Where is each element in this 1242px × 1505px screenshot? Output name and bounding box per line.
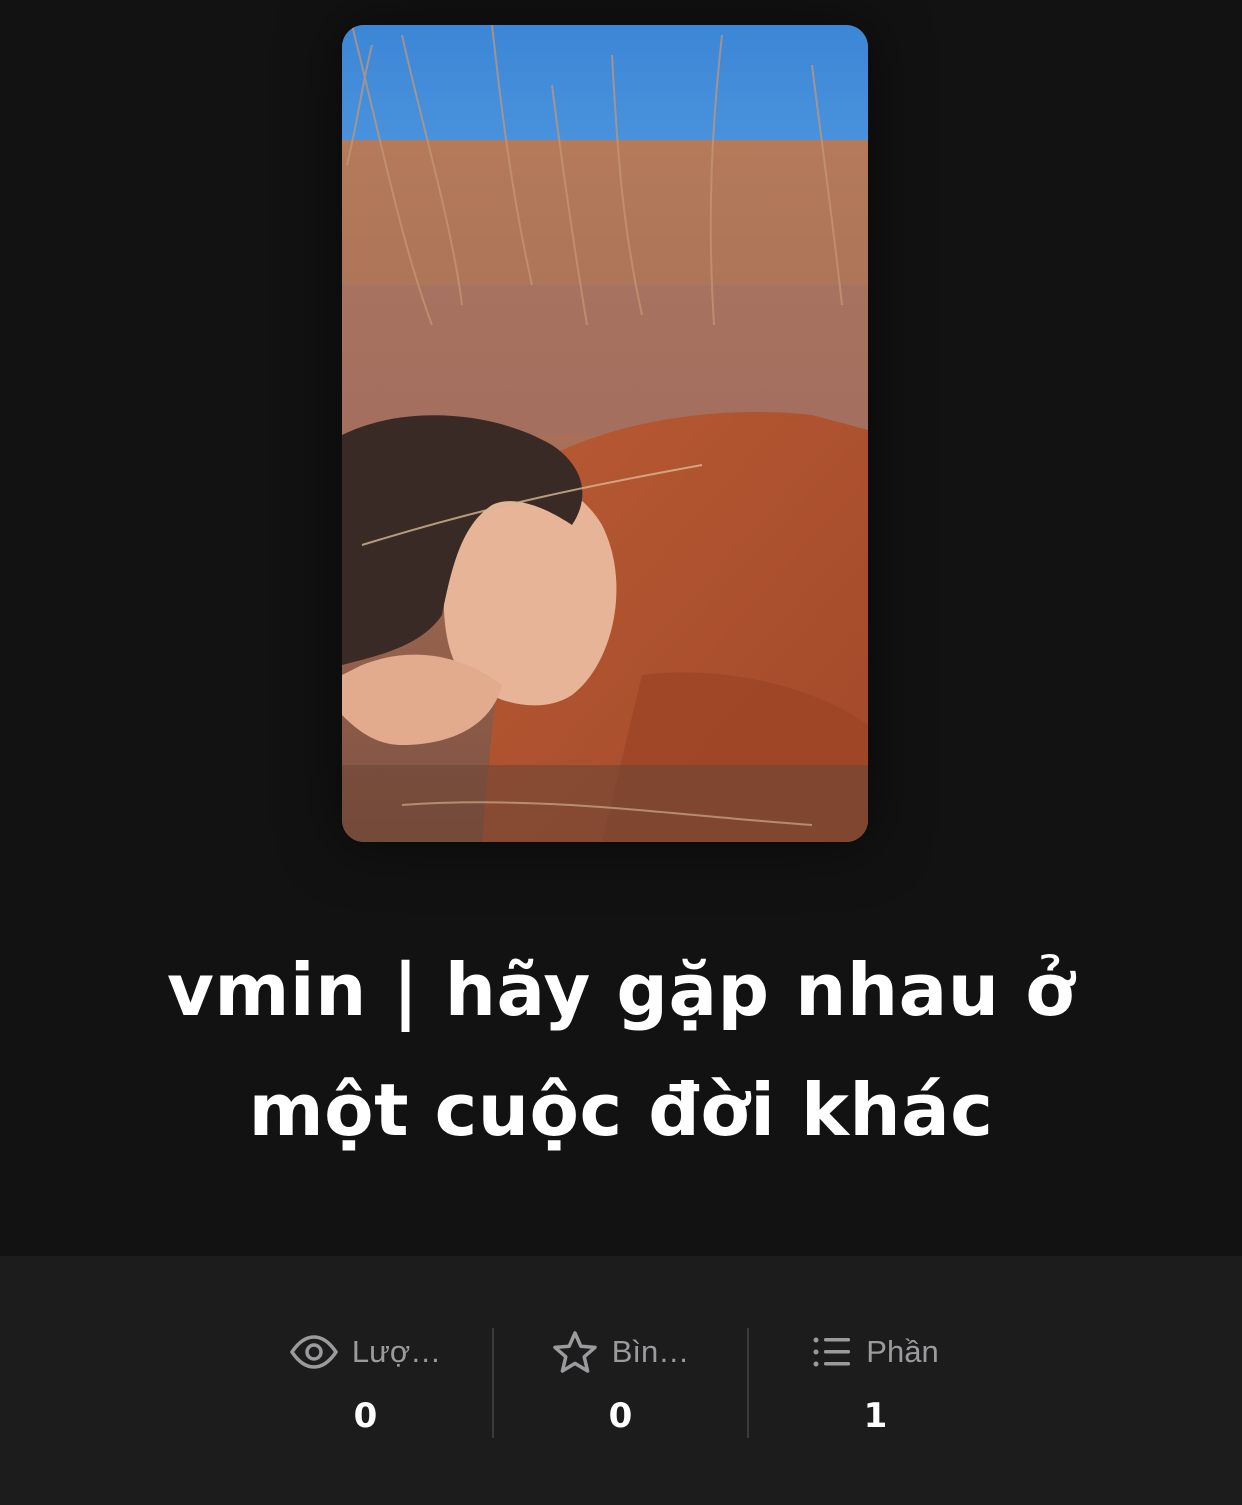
story-header: vmin | hãy gặp nhau ở một cuộc đời khác [0,0,1242,1256]
story-cover-image[interactable] [342,25,868,842]
stat-votes-value: 0 [608,1396,633,1436]
stat-parts-label: Phần [866,1334,939,1369]
eye-icon [289,1335,338,1369]
stat-parts-header: Phần [748,1328,1003,1376]
story-title: vmin | hãy gặp nhau ở một cuộc đời khác [166,948,1076,1152]
stat-reads-label: Lượ… [351,1334,442,1369]
list-icon [813,1337,851,1367]
stat-reads-value: 0 [353,1396,378,1436]
stat-votes-label: Bìn… [611,1334,690,1369]
story-stats-bar: Lượ… 0 Bìn… 0 Phần 1 [0,1256,1242,1505]
stat-parts[interactable]: Phần 1 [748,1328,1003,1438]
cover-illustration [342,25,868,842]
stat-reads-header: Lượ… [238,1328,493,1376]
stat-votes-header: Bìn… [493,1328,748,1376]
stat-reads[interactable]: Lượ… 0 [238,1328,493,1438]
stat-votes[interactable]: Bìn… 0 [493,1328,748,1438]
star-icon [552,1331,597,1373]
story-details-page: vmin | hãy gặp nhau ở một cuộc đời khác … [0,0,1242,1505]
stat-parts-value: 1 [863,1396,888,1436]
